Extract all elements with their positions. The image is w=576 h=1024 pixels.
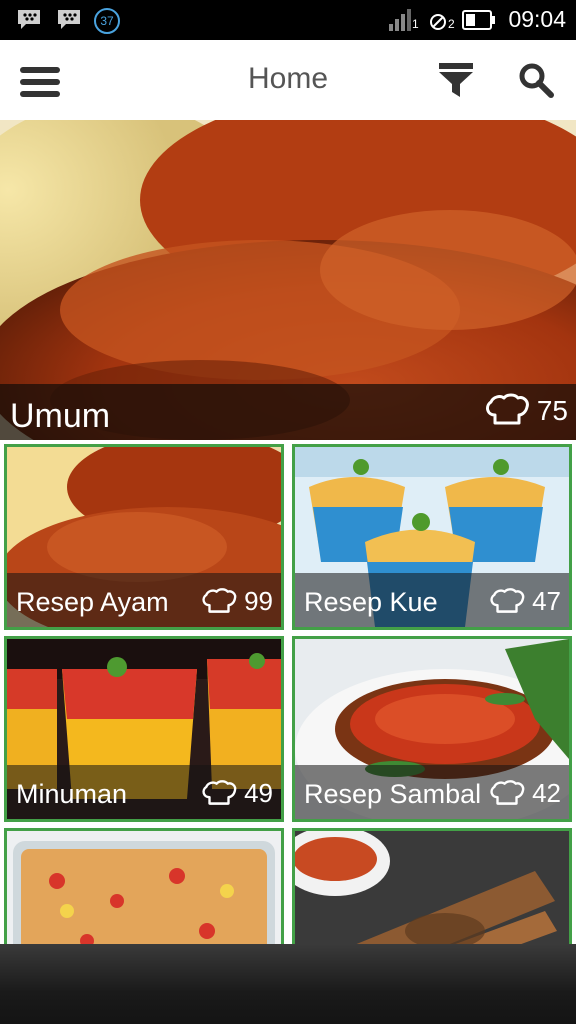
category-tile-resep-kue[interactable]: Resep Kue 47 [292,444,572,630]
chef-hat-icon [488,587,526,617]
category-grid: Resep Ayam 99 Resep Kue 47 Minuman 49 Re… [0,440,576,944]
featured-category-label: Umum [10,397,111,435]
tile-caption: Minuman 49 [7,765,281,819]
bbm-icon [58,10,80,29]
tile-recipe-count: 47 [488,586,561,617]
bottom-bar-shadow [0,944,576,1024]
featured-category-card[interactable]: Umum 75 [0,120,576,440]
tile-label: Minuman [16,779,128,809]
search-button[interactable] [516,60,560,104]
tile-caption: Resep Sambal 42 [295,765,569,819]
filter-icon [439,63,473,97]
category-tile-minuman[interactable]: Minuman 49 [4,636,284,822]
signal-icon [389,9,411,31]
chef-hat-icon [488,779,526,809]
casserole-image [7,831,281,944]
featured-caption: Umum 75 [0,384,576,440]
tile-label: Resep Sambal [304,779,482,809]
sim-1-label: 1 [412,17,419,31]
featured-recipe-count: 75 [483,392,568,430]
filter-button[interactable] [436,60,480,104]
category-tile[interactable] [4,828,284,944]
bbm-icon [18,10,40,29]
tile-recipe-count: 99 [200,586,273,617]
tile-label: Resep Ayam [16,587,169,617]
tile-recipe-count: 49 [200,778,273,809]
app-bar: Home [0,40,576,121]
satay-image [295,831,569,944]
search-icon [519,63,554,98]
category-tile[interactable] [292,828,572,944]
category-tile-resep-ayam[interactable]: Resep Ayam 99 [4,444,284,630]
sim-2-label: 2 [448,17,455,31]
chef-hat-icon [483,392,531,430]
status-bar: 37 1 2 09:04 [0,0,576,40]
battery-icon [462,10,495,30]
chef-hat-icon [200,587,238,617]
no-sim-icon [430,14,446,30]
clock: 09:04 [508,6,566,32]
tile-recipe-count: 42 [488,778,561,809]
tile-caption: Resep Kue 47 [295,573,569,627]
tile-label: Resep Kue [304,587,438,617]
tile-caption: Resep Ayam 99 [7,573,281,627]
page-title: Home [247,62,329,95]
category-tile-resep-sambal[interactable]: Resep Sambal 42 [292,636,572,822]
notification-count-badge: 37 [94,8,120,34]
chef-hat-icon [200,779,238,809]
